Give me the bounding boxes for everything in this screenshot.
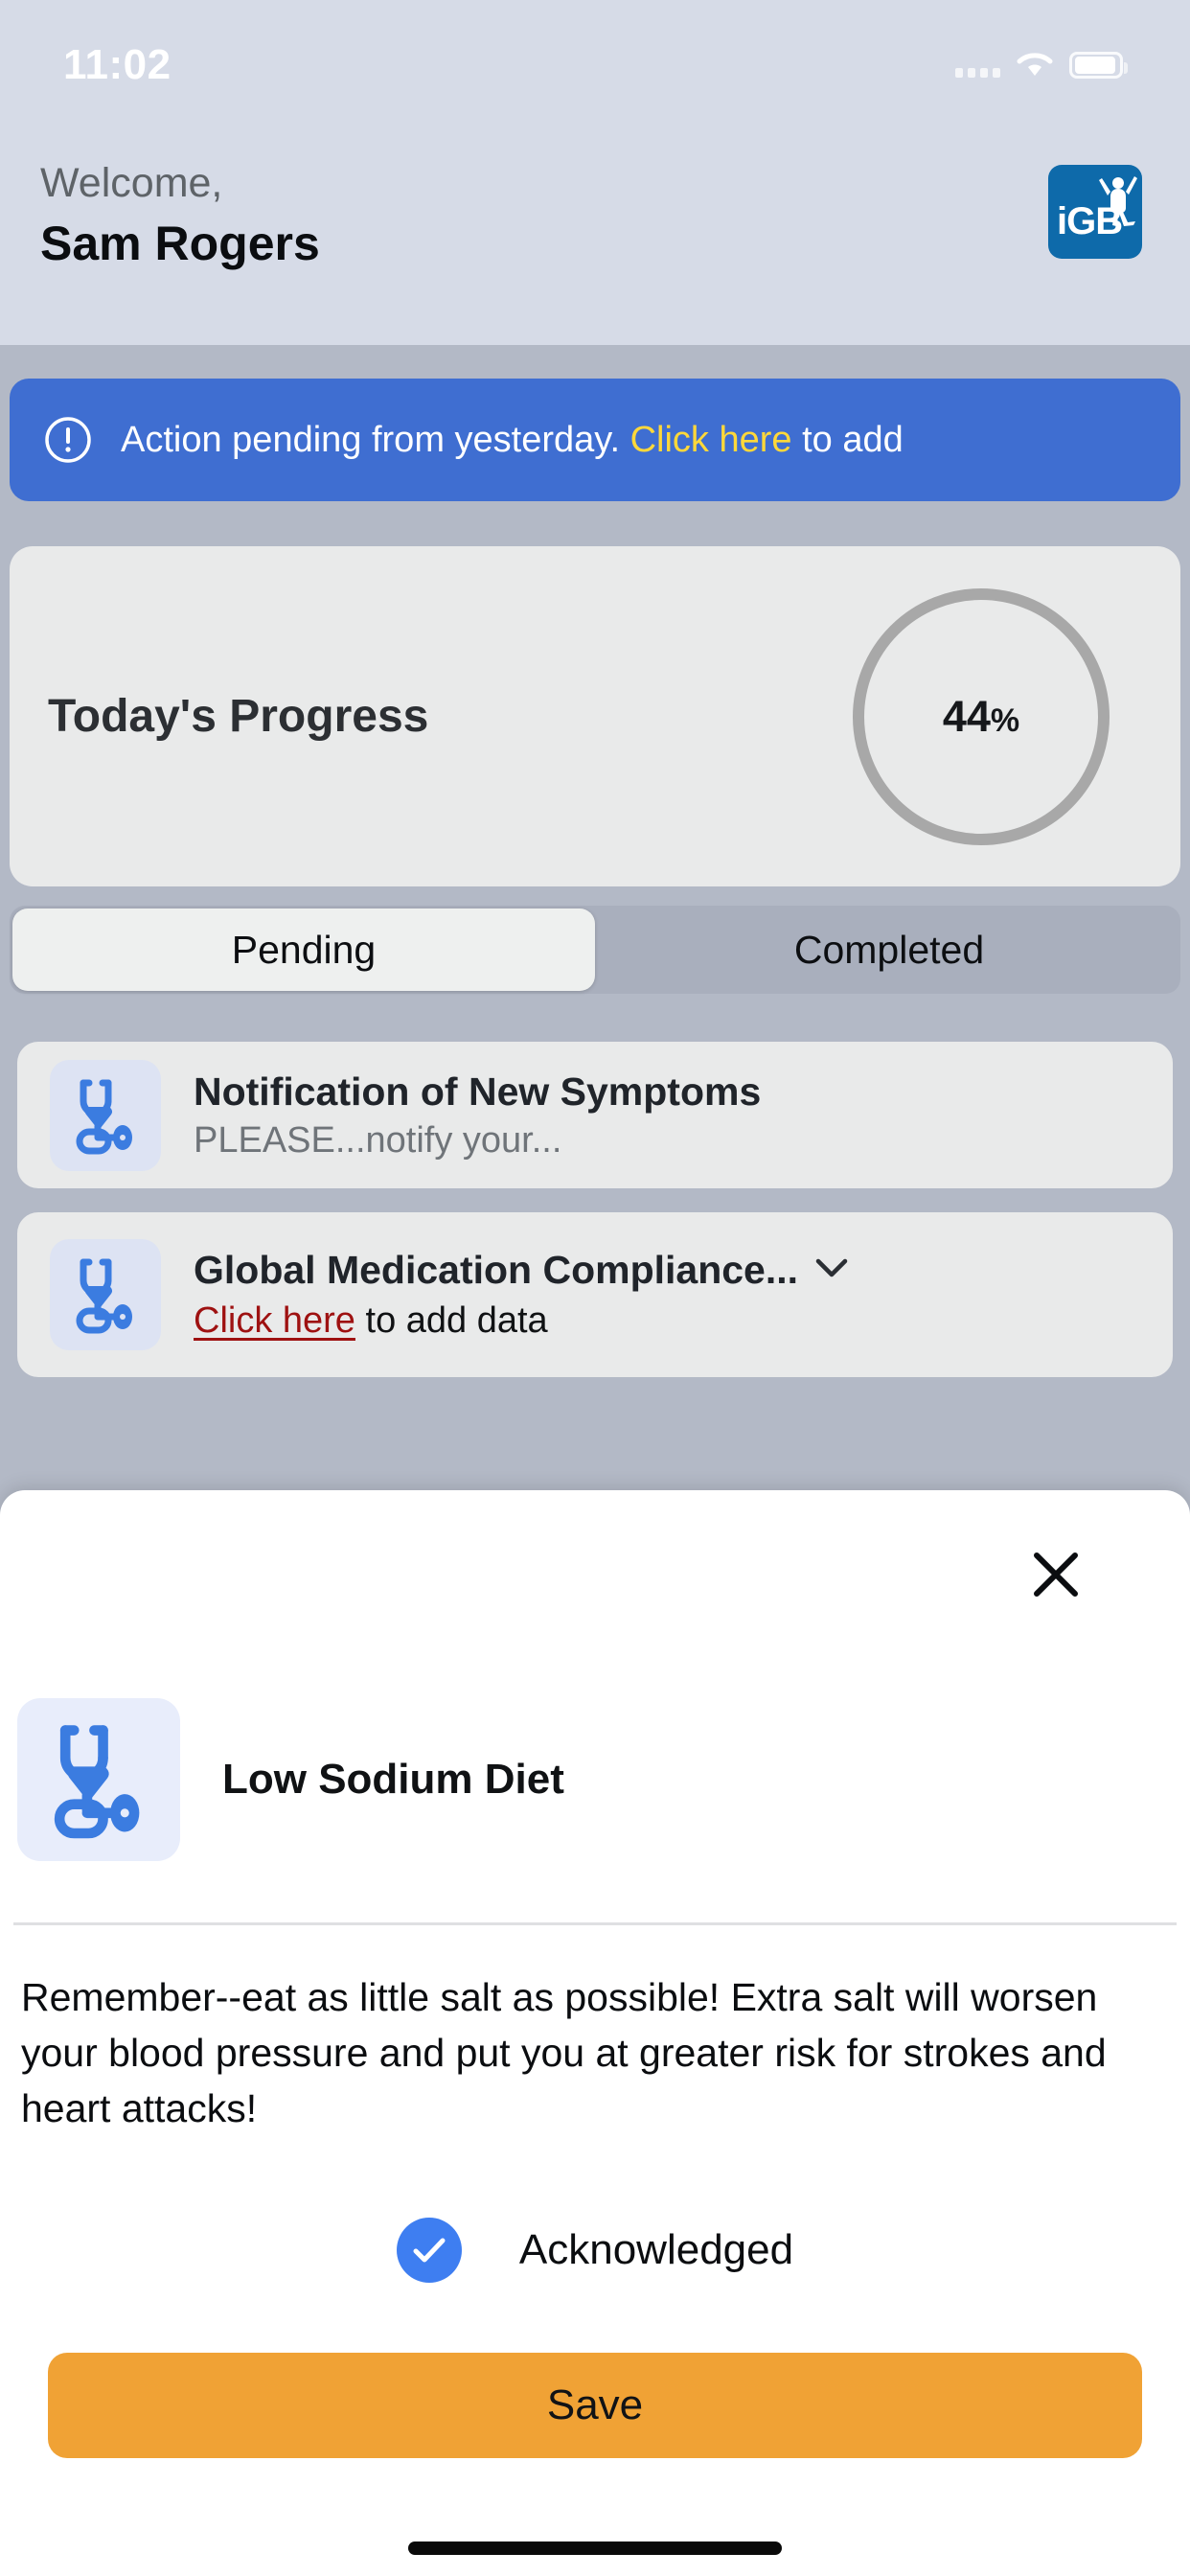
status-bar: 11:02: [0, 0, 1190, 115]
task-card-notification-of-new-symptoms[interactable]: Notification of New Symptoms PLEASE...no…: [17, 1042, 1173, 1188]
sheet-divider: [13, 1922, 1177, 1925]
banner-text: Action pending from yesterday. Click her…: [121, 420, 904, 461]
task-icon-container: [50, 1239, 161, 1350]
save-button[interactable]: Save: [48, 2353, 1142, 2458]
stethoscope-icon: [76, 1258, 132, 1334]
igb-logo: iGB: [1048, 165, 1142, 259]
acknowledge-label: Acknowledged: [518, 2226, 794, 2273]
task-click-here-link[interactable]: Click here: [194, 1300, 355, 1341]
home-indicator: [408, 2542, 782, 2555]
task-body: Global Medication Compliance... Click he…: [194, 1248, 1140, 1342]
battery-icon: [1069, 52, 1128, 79]
progress-unit: %: [990, 702, 1020, 739]
stethoscope-icon: [76, 1079, 132, 1154]
pending-action-banner[interactable]: Action pending from yesterday. Click her…: [10, 379, 1180, 501]
task-title: Global Medication Compliance...: [194, 1248, 799, 1292]
welcome-text-group: Welcome, Sam Rogers: [40, 160, 320, 270]
task-add-data-row: Click here to add data: [194, 1300, 1140, 1342]
banner-text-after: to add: [802, 419, 904, 460]
tab-pending[interactable]: Pending: [12, 908, 595, 991]
exclamation-circle-icon: [44, 416, 92, 464]
close-icon[interactable]: [1031, 1550, 1081, 1599]
stethoscope-icon: [54, 1725, 140, 1839]
phone-screen: 11:02 Welcome, Sam Rogers iGB Action pen…: [0, 0, 1190, 2576]
status-segmented-control: Pending Completed: [10, 906, 1180, 994]
acknowledge-checkbox[interactable]: [396, 2218, 462, 2283]
task-icon-container: [50, 1059, 161, 1171]
progress-value: 44: [942, 691, 991, 741]
check-icon: [413, 2238, 446, 2263]
task-body: Notification of New Symptoms PLEASE...no…: [194, 1070, 1140, 1162]
sheet-header: Low Sodium Diet: [17, 1660, 1173, 1899]
todays-progress-card: Today's Progress 44%: [10, 546, 1180, 886]
sheet-icon-container: [17, 1698, 180, 1861]
signal-dots-icon: [955, 53, 1000, 78]
welcome-header: Welcome, Sam Rogers iGB: [0, 163, 1190, 345]
task-title-row: Global Medication Compliance...: [194, 1248, 1140, 1293]
sheet-title: Low Sodium Diet: [222, 1756, 564, 1803]
acknowledge-row[interactable]: Acknowledged: [0, 2209, 1190, 2291]
banner-text-before: Action pending from yesterday.: [121, 419, 621, 460]
jumping-person-icon: [1099, 176, 1137, 226]
sheet-body-text: Remember--eat as little salt as possible…: [21, 1975, 1107, 2131]
tab-completed[interactable]: Completed: [598, 906, 1180, 994]
task-add-data-text: to add data: [365, 1300, 548, 1341]
user-name: Sam Rogers: [40, 217, 320, 270]
progress-value-group: 44%: [943, 692, 1019, 742]
chevron-down-icon[interactable]: [815, 1257, 848, 1283]
welcome-label: Welcome,: [40, 160, 223, 206]
wifi-icon: [1016, 51, 1054, 80]
status-time: 11:02: [63, 41, 172, 88]
banner-click-here-link[interactable]: Click here: [630, 420, 792, 460]
progress-title: Today's Progress: [48, 691, 429, 742]
task-subtitle: PLEASE...notify your...: [194, 1119, 562, 1161]
status-icons: [955, 35, 1128, 80]
task-card-global-medication-compliance[interactable]: Global Medication Compliance... Click he…: [17, 1212, 1173, 1377]
progress-ring: 44%: [847, 583, 1115, 851]
task-title: Notification of New Symptoms: [194, 1069, 762, 1114]
